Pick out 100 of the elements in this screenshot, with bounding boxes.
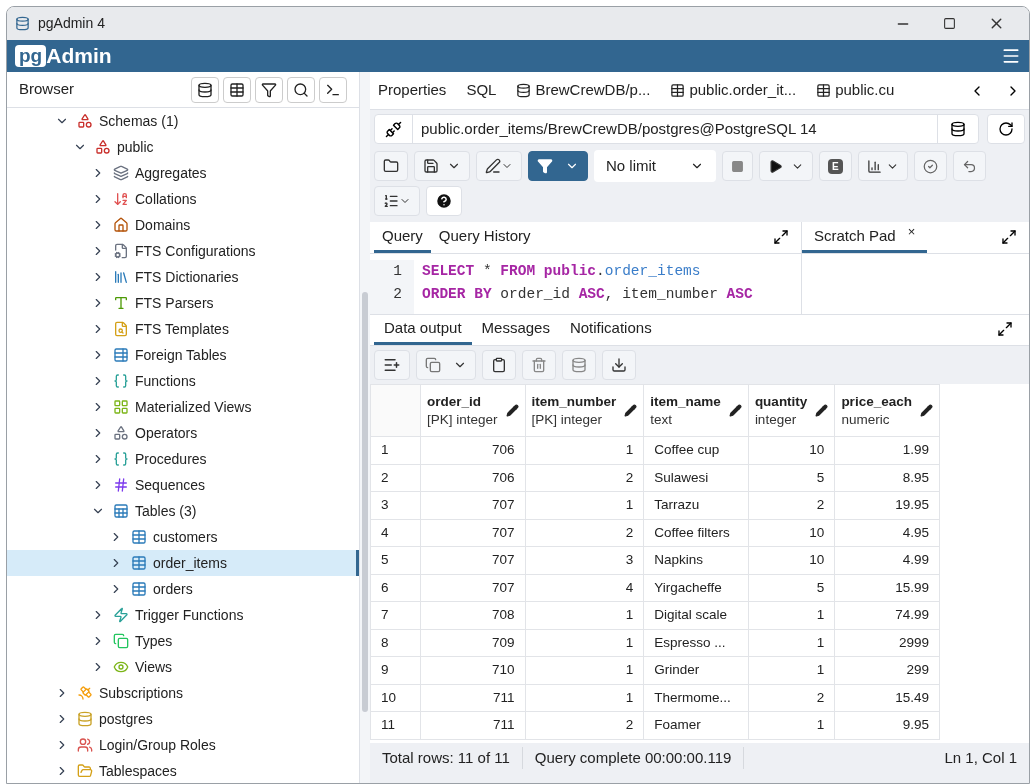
- tree-item[interactable]: Types: [7, 628, 359, 654]
- output-tab[interactable]: Notifications: [559, 315, 662, 345]
- rollback-button[interactable]: [952, 151, 986, 181]
- column-header[interactable]: quantity integer: [748, 384, 835, 437]
- stop-button[interactable]: [722, 151, 753, 181]
- tree-item[interactable]: Views: [7, 654, 359, 680]
- save-button[interactable]: [414, 151, 470, 181]
- column-type: [PK] integer: [427, 410, 498, 429]
- column-header[interactable]: item_name text: [643, 384, 749, 437]
- expand-icon[interactable]: [773, 229, 789, 245]
- tree-item[interactable]: Foreign Tables: [7, 342, 359, 368]
- expand-icon[interactable]: [1001, 229, 1017, 245]
- tree-item[interactable]: Functions: [7, 368, 359, 394]
- scratch-pad-tab[interactable]: Scratch Pad ×: [802, 222, 928, 253]
- tree-item[interactable]: Tables (3): [7, 498, 359, 524]
- edit-icon[interactable]: [919, 404, 933, 417]
- table-cell: 2999: [834, 629, 940, 657]
- tree-item[interactable]: Schemas (1): [7, 108, 359, 134]
- paste-button[interactable]: [482, 350, 516, 380]
- scrollbar[interactable]: [362, 292, 368, 712]
- column-header[interactable]: order_id [PK] integer: [420, 384, 526, 437]
- table-cell: 9.95: [834, 711, 940, 739]
- table-cell: 706: [420, 436, 526, 464]
- macros-button[interactable]: [374, 186, 420, 216]
- row-number: 5: [370, 546, 421, 574]
- download-button[interactable]: [602, 350, 636, 380]
- tree-item[interactable]: Tablespaces: [7, 758, 359, 783]
- limit-dropdown[interactable]: No limit: [594, 150, 716, 182]
- tree-item[interactable]: FTS Configurations: [7, 238, 359, 264]
- tab[interactable]: public.cu: [816, 79, 895, 102]
- row-number: 2: [370, 464, 421, 492]
- add-row-button[interactable]: [374, 350, 410, 380]
- table-cell: 5: [748, 464, 835, 492]
- output-tab[interactable]: Data output: [374, 315, 472, 345]
- tree-label: Trigger Functions: [135, 605, 244, 625]
- help-button[interactable]: [426, 186, 462, 216]
- toolbar-button[interactable]: [255, 76, 283, 103]
- edit-icon[interactable]: [505, 404, 519, 417]
- tree-item[interactable]: Aggregates: [7, 160, 359, 186]
- table-cell: 74.99: [834, 601, 940, 629]
- tree-item[interactable]: Login/Group Roles: [7, 732, 359, 758]
- tree-item[interactable]: Subscriptions: [7, 680, 359, 706]
- edit-icon[interactable]: [624, 404, 638, 417]
- editor-tab[interactable]: Query: [374, 222, 431, 253]
- tab[interactable]: SQL: [466, 79, 497, 102]
- output-tab[interactable]: Messages: [471, 315, 560, 345]
- sql-editor[interactable]: SELECT * FROM public.order_items ORDER BY order_id ASC, item_number ASC: [414, 260, 753, 314]
- tree-item[interactable]: Trigger Functions: [7, 602, 359, 628]
- tab[interactable]: BrewCrewDB/p...: [516, 79, 651, 102]
- tree-item[interactable]: order_items: [7, 550, 359, 576]
- tree-item[interactable]: Domains: [7, 212, 359, 238]
- tree-label: Schemas (1): [99, 111, 179, 131]
- explain-button[interactable]: E: [819, 151, 852, 181]
- open-button[interactable]: [374, 151, 408, 181]
- toolbar-button[interactable]: [287, 76, 315, 103]
- maximize-icon[interactable]: [943, 17, 956, 30]
- copy-button[interactable]: [416, 350, 476, 380]
- column-header[interactable]: item_number [PK] integer: [525, 384, 644, 437]
- edit-icon[interactable]: [728, 404, 742, 417]
- column-header[interactable]: price_each numeric: [834, 384, 940, 437]
- column-name: order_id: [427, 392, 482, 411]
- execute-button[interactable]: [759, 151, 813, 181]
- tree-item[interactable]: orders: [7, 576, 359, 602]
- filter-button[interactable]: [528, 151, 588, 181]
- expand-icon[interactable]: [997, 321, 1013, 337]
- tree-item[interactable]: Operators: [7, 420, 359, 446]
- node-icon: [131, 555, 147, 571]
- edit-button[interactable]: [476, 151, 522, 181]
- menu-icon[interactable]: [1001, 46, 1021, 66]
- tree-item[interactable]: Sequences: [7, 472, 359, 498]
- commit-button[interactable]: [913, 151, 947, 181]
- table-cell: 10: [748, 546, 835, 574]
- stop-icon: [731, 159, 744, 173]
- toolbar-button[interactable]: [191, 76, 219, 103]
- node-icon: [113, 607, 129, 623]
- tree-item[interactable]: FTS Parsers: [7, 290, 359, 316]
- save-data-button[interactable]: [562, 350, 596, 380]
- tree-item[interactable]: FTS Dictionaries: [7, 264, 359, 290]
- editor-tab[interactable]: Query History: [430, 222, 539, 253]
- table-cell: 3: [525, 546, 644, 574]
- tree-item[interactable]: Materialized Views: [7, 394, 359, 420]
- tree-item[interactable]: customers: [7, 524, 359, 550]
- tree-item[interactable]: FTS Templates: [7, 316, 359, 342]
- toolbar-button[interactable]: [319, 76, 347, 103]
- edit-icon[interactable]: [815, 404, 829, 417]
- rollback-icon: [961, 158, 977, 174]
- tree-item[interactable]: Collations: [7, 186, 359, 212]
- tree-item[interactable]: Procedures: [7, 446, 359, 472]
- database-icon[interactable]: [950, 121, 966, 137]
- tab[interactable]: Properties: [378, 79, 447, 102]
- analyze-button[interactable]: [857, 151, 908, 181]
- tree-item[interactable]: postgres: [7, 706, 359, 732]
- refresh-button[interactable]: [987, 114, 1025, 144]
- plug-icon[interactable]: [385, 120, 402, 138]
- toolbar-button[interactable]: [223, 76, 251, 103]
- tab[interactable]: public.order_it...: [670, 79, 797, 102]
- table-cell: 707: [420, 491, 526, 519]
- delete-button[interactable]: [522, 350, 556, 380]
- delete-icon: [531, 357, 547, 373]
- tree-item[interactable]: public: [7, 134, 359, 160]
